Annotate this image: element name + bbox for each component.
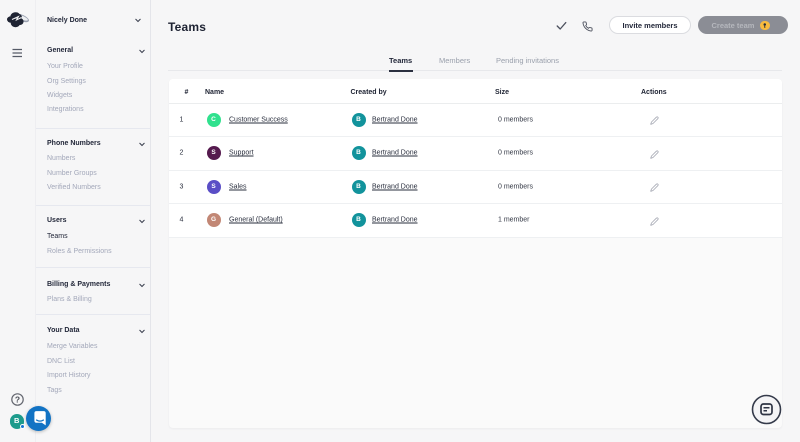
svg-text:?: ? bbox=[15, 394, 20, 404]
